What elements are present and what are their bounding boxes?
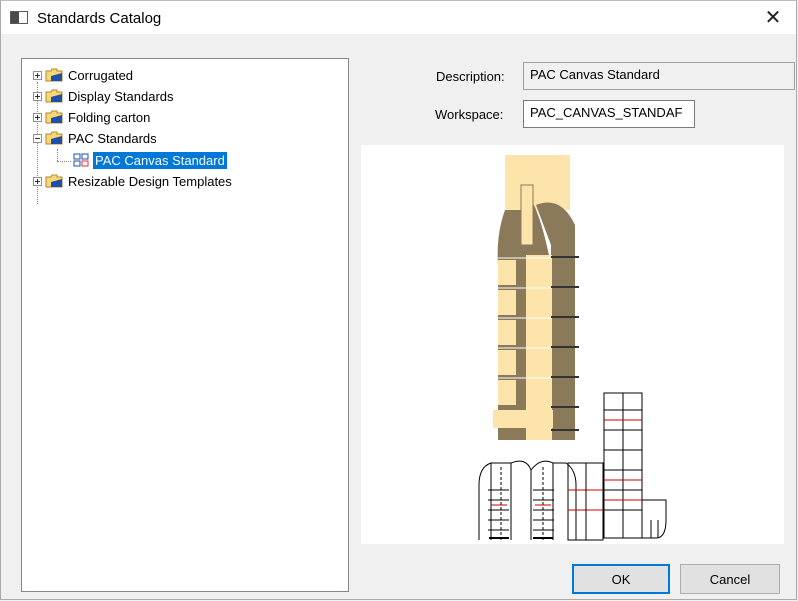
tree-item-label: Resizable Design Templates [68, 173, 232, 189]
dieline-preview-image [478, 155, 667, 541]
standards-tree[interactable]: Corrugated Display Standards Folding car… [21, 58, 349, 592]
title-bar: Standards Catalog ✕ [1, 1, 796, 34]
close-button[interactable]: ✕ [750, 1, 796, 34]
tree-item-label: Corrugated [68, 67, 134, 83]
tree-connector [57, 149, 58, 161]
tree-item-pac-standards[interactable]: PAC Standards [33, 128, 159, 148]
expand-icon[interactable] [33, 112, 42, 122]
tree-item-label: PAC Canvas Standard [93, 151, 227, 169]
tree-item-pac-canvas-standard[interactable]: PAC Canvas Standard [73, 150, 227, 170]
collapse-icon[interactable] [33, 133, 42, 143]
expand-icon[interactable] [33, 70, 42, 80]
design-preview [361, 145, 784, 544]
expand-icon[interactable] [33, 176, 42, 186]
description-field: PAC Canvas Standard [523, 62, 795, 90]
folder-icon [45, 68, 63, 82]
tree-item-display-standards[interactable]: Display Standards [33, 86, 176, 106]
tree-item-folding-carton[interactable]: Folding carton [33, 107, 152, 127]
workspace-field[interactable]: PAC_CANVAS_STANDAF [523, 100, 695, 128]
design-icon [73, 153, 89, 167]
tree-connector [57, 161, 71, 162]
standards-catalog-dialog: Standards Catalog ✕ Corrugated Display S… [0, 0, 797, 600]
description-label: Description: [436, 69, 505, 84]
folder-icon [45, 89, 63, 103]
expand-icon[interactable] [33, 91, 42, 101]
folder-open-icon [45, 131, 63, 145]
tree-item-label: PAC Standards [68, 130, 157, 146]
close-icon: ✕ [764, 7, 782, 29]
ok-button[interactable]: OK [572, 564, 670, 594]
tree-item-resizable-design-templates[interactable]: Resizable Design Templates [33, 171, 234, 191]
tree-item-corrugated[interactable]: Corrugated [33, 65, 135, 85]
cancel-button[interactable]: Cancel [680, 564, 780, 594]
folder-icon [45, 110, 63, 124]
tree-item-label: Folding carton [68, 109, 151, 125]
folder-icon [45, 174, 63, 188]
app-window-icon [10, 11, 28, 24]
workspace-label: Workspace: [435, 107, 504, 122]
dialog-title: Standards Catalog [37, 10, 162, 27]
tree-item-label: Display Standards [68, 88, 174, 104]
